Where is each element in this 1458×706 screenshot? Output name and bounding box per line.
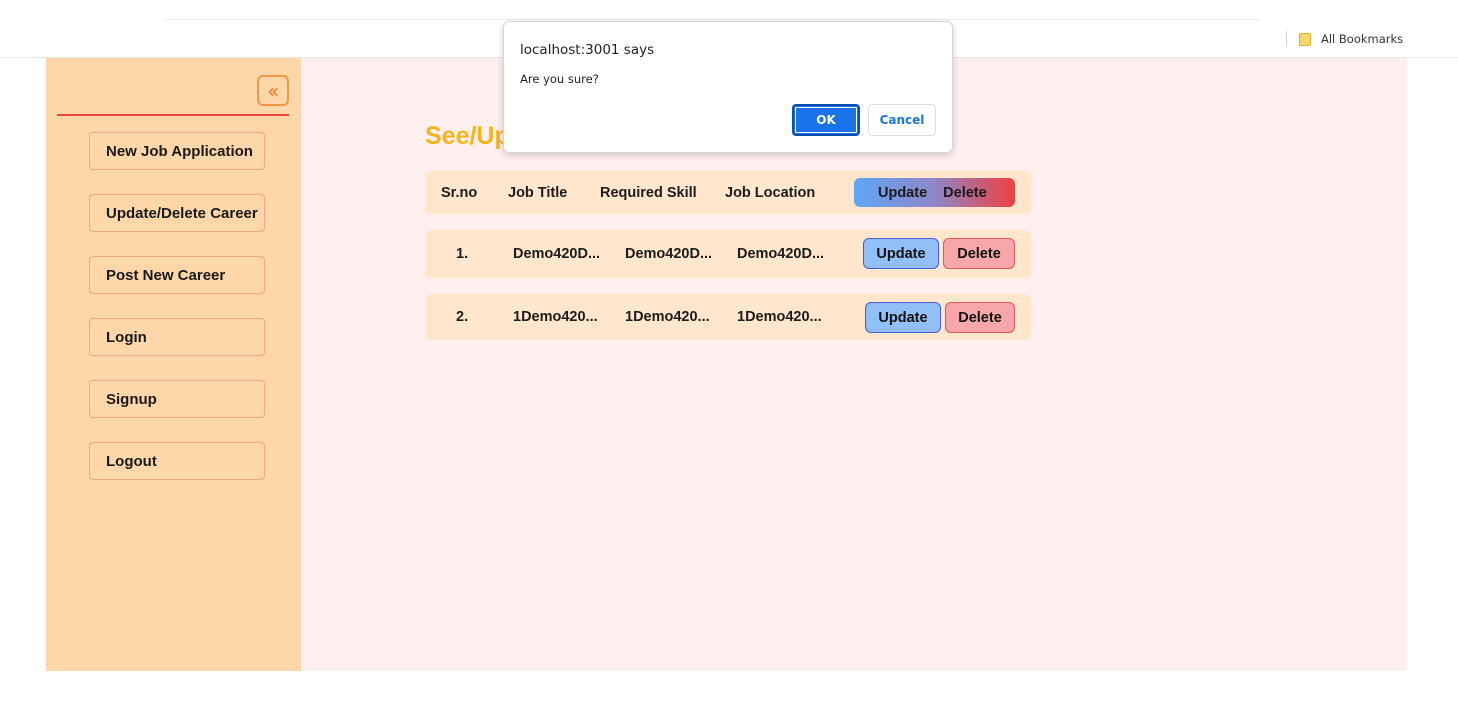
header-sr-no: Sr.no [441,184,478,201]
bookmarks-bar[interactable]: All Bookmarks [1286,30,1403,48]
cell-job-location: 1Demo420... [737,309,822,325]
ok-button[interactable]: OK [792,104,860,136]
double-chevron-left-icon: « [266,78,280,103]
cell-required-skill: 1Demo420... [625,309,710,325]
delete-button[interactable]: Delete [945,302,1015,333]
sidebar-nav: New Job Application Update/Delete Career… [89,132,265,504]
sidebar-item-signup[interactable]: Signup [89,380,265,418]
sidebar-item-post-new-career[interactable]: Post New Career [89,256,265,294]
update-button[interactable]: Update [863,238,939,269]
dialog-title: localhost:3001 says [520,42,655,58]
dialog-message: Are you sure? [520,72,599,86]
update-button[interactable]: Update [865,302,941,333]
sidebar-divider [57,114,289,116]
folder-icon [1299,32,1311,46]
table-row: 2. 1Demo420... 1Demo420... 1Demo420... U… [425,294,1031,340]
header-required-skill: Required Skill [600,184,697,201]
confirm-dialog: localhost:3001 says Are you sure? OK Can… [503,21,953,153]
delete-button[interactable]: Delete [943,238,1015,269]
cell-job-title: 1Demo420... [513,309,598,325]
cell-sr-no: 2. [456,309,469,325]
collapse-sidebar-button[interactable]: « [257,75,289,106]
all-bookmarks-label[interactable]: All Bookmarks [1321,32,1403,46]
sidebar-item-update-delete-career[interactable]: Update/Delete Career [89,194,265,232]
header-delete: Delete [943,184,987,201]
table-header-row: Sr.no Job Title Required Skill Job Locat… [425,171,1031,214]
header-update: Update [878,184,928,201]
page-title: See/Up [425,122,510,150]
cell-job-location: Demo420D... [737,246,825,262]
header-actions: Update Delete [854,178,1015,207]
cell-sr-no: 1. [456,246,469,262]
sidebar-item-new-job-application[interactable]: New Job Application [89,132,265,170]
bookmarks-separator [1286,31,1287,47]
careers-table: Sr.no Job Title Required Skill Job Locat… [425,171,1031,356]
sidebar-item-logout[interactable]: Logout [89,442,265,480]
table-row: 1. Demo420D... Demo420D... Demo420D... U… [425,230,1031,278]
header-job-location: Job Location [725,184,816,201]
cell-required-skill: Demo420D... [625,246,713,262]
cancel-button[interactable]: Cancel [868,104,936,136]
sidebar: « New Job Application Update/Delete Care… [46,58,301,671]
browser-top-line [163,19,1260,20]
header-job-title: Job Title [508,184,568,201]
sidebar-item-login[interactable]: Login [89,318,265,356]
cell-job-title: Demo420D... [513,246,601,262]
